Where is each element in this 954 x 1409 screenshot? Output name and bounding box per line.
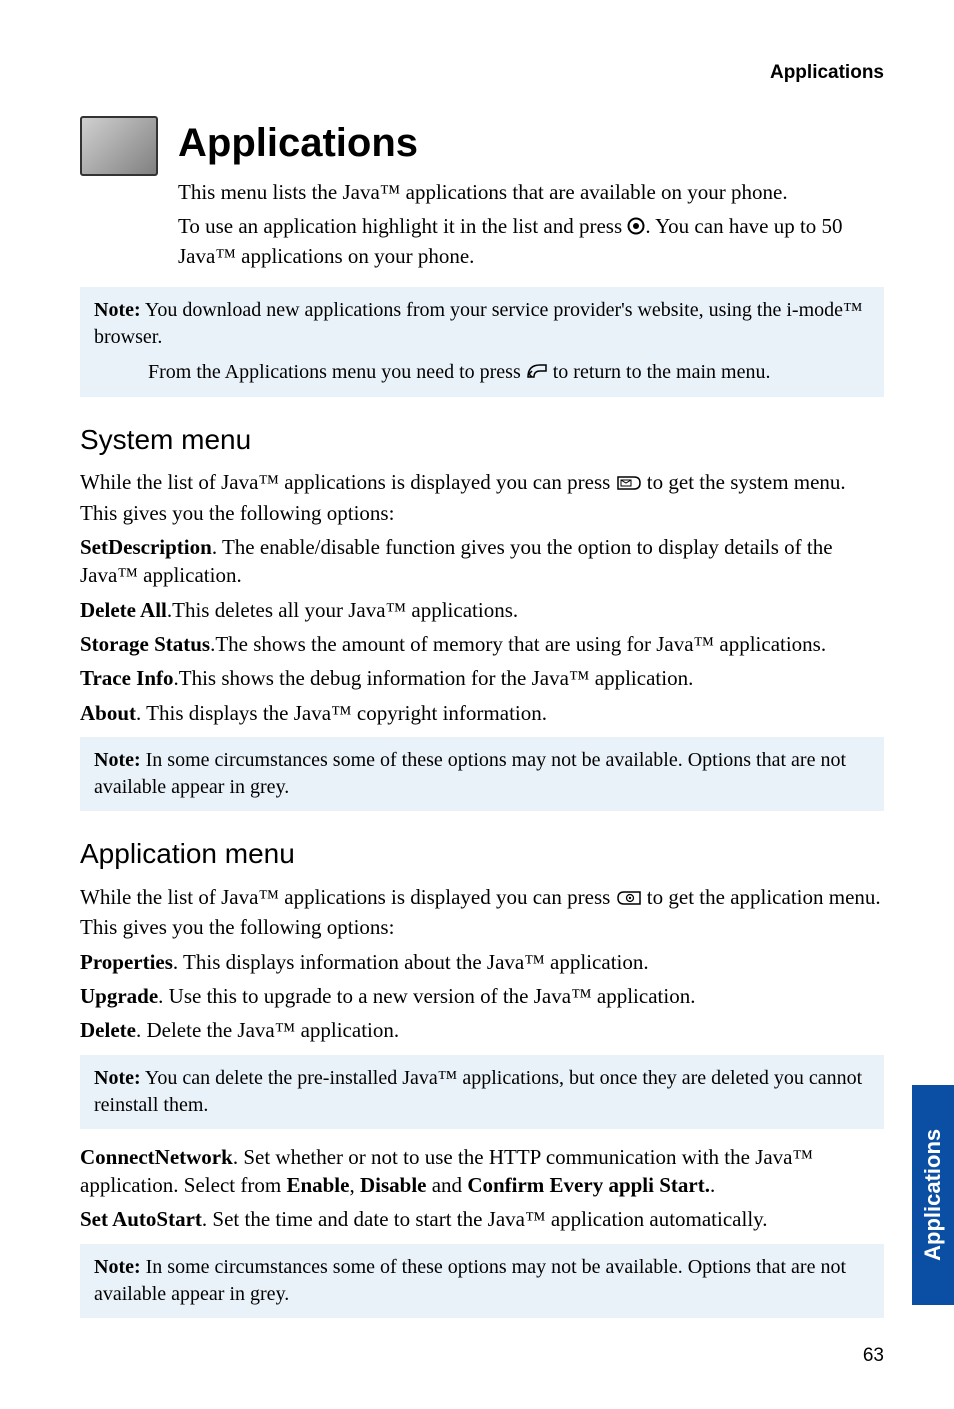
note2-label: Note:	[94, 749, 141, 771]
navi-center-icon	[627, 214, 645, 242]
note-box-4: Note: In some circumstances some of thes…	[80, 1244, 884, 1318]
upgrade-label: Upgrade	[80, 984, 158, 1008]
setdescription-label: SetDescription	[80, 535, 212, 559]
note1-subline: From the Applications menu you need to p…	[94, 359, 870, 387]
deleteall-label: Delete All	[80, 598, 167, 622]
page-title: Applications	[178, 116, 884, 170]
connect-sep2: and	[426, 1173, 467, 1197]
system-menu-heading: System menu	[80, 421, 884, 459]
storage-label: Storage Status	[80, 632, 210, 656]
note4-text: In some circumstances some of these opti…	[94, 1256, 846, 1305]
connect-disable: Disable	[360, 1173, 427, 1197]
about-text: . This displays the Java™ copyright info…	[136, 701, 547, 725]
connect-enable: Enable	[286, 1173, 349, 1197]
intro-paragraph-2: To use an application highlight it in th…	[178, 212, 884, 271]
system-menu-intro: While the list of Java™ applications is …	[80, 468, 884, 527]
page-number: 63	[863, 1343, 884, 1369]
mail-softkey-icon	[616, 470, 642, 498]
intro-p2-part-a: To use an application highlight it in th…	[178, 214, 627, 238]
note-box-2: Note: In some circumstances some of thes…	[80, 737, 884, 811]
autostart-label: Set AutoStart	[80, 1207, 202, 1231]
side-tab-label: Applications	[918, 1129, 948, 1261]
connectnetwork-label: ConnectNetwork	[80, 1145, 233, 1169]
connect-tail: .	[710, 1173, 715, 1197]
deleteall-line: Delete All.This deletes all your Java™ a…	[80, 596, 884, 624]
note1-label: Note:	[94, 299, 141, 321]
trace-text: .This shows the debug information for th…	[174, 666, 694, 690]
note1-text: You download new applications from your …	[94, 299, 863, 348]
about-line: About. This displays the Java™ copyright…	[80, 699, 884, 727]
setdescription-line: SetDescription. The enable/disable funct…	[80, 533, 884, 590]
autostart-text: . Set the time and date to start the Jav…	[202, 1207, 768, 1231]
note3-label: Note:	[94, 1067, 141, 1089]
delete-line: Delete. Delete the Java™ application.	[80, 1016, 884, 1044]
delete-text: . Delete the Java™ application.	[136, 1018, 399, 1042]
upgrade-text: . Use this to upgrade to a new version o…	[158, 984, 695, 1008]
system-p1a: While the list of Java™ applications is …	[80, 470, 616, 494]
intro-paragraph-1: This menu lists the Java™ applications t…	[178, 178, 884, 206]
trace-line: Trace Info.This shows the debug informat…	[80, 664, 884, 692]
delete-label: Delete	[80, 1018, 136, 1042]
properties-text: . This displays information about the Ja…	[173, 950, 649, 974]
note1-sub-b: to return to the main menu.	[548, 361, 771, 383]
running-head: Applications	[80, 60, 884, 86]
storage-line: Storage Status.The shows the amount of m…	[80, 630, 884, 658]
connectnetwork-line: ConnectNetwork. Set whether or not to us…	[80, 1143, 884, 1200]
properties-label: Properties	[80, 950, 173, 974]
storage-text: .The shows the amount of memory that are…	[210, 632, 826, 656]
note4-label: Note:	[94, 1256, 141, 1278]
note1-line: Note: You download new applications from…	[94, 297, 870, 351]
note-box-3: Note: You can delete the pre-installed J…	[80, 1055, 884, 1129]
about-label: About	[80, 701, 136, 725]
deleteall-text: .This deletes all your Java™ application…	[167, 598, 518, 622]
autostart-line: Set AutoStart. Set the time and date to …	[80, 1205, 884, 1233]
note-box-1: Note: You download new applications from…	[80, 287, 884, 397]
appmenu-intro: While the list of Java™ applications is …	[80, 883, 884, 942]
connect-confirm: Confirm Every appli Start.	[467, 1173, 710, 1197]
connect-sep1: ,	[349, 1173, 360, 1197]
application-menu-heading: Application menu	[80, 835, 884, 873]
back-key-icon	[526, 360, 548, 387]
note2-text: In some circumstances some of these opti…	[94, 749, 846, 798]
section-thumbnail	[80, 116, 158, 176]
note3-text: You can delete the pre-installed Java™ a…	[94, 1067, 862, 1116]
side-tab: Applications	[912, 1085, 954, 1305]
upgrade-line: Upgrade. Use this to upgrade to a new ve…	[80, 982, 884, 1010]
appmenu-p1a: While the list of Java™ applications is …	[80, 885, 616, 909]
note1-sub-a: From the Applications menu you need to p…	[148, 361, 526, 383]
properties-line: Properties. This displays information ab…	[80, 948, 884, 976]
trace-label: Trace Info	[80, 666, 174, 690]
imode-softkey-icon	[616, 885, 642, 913]
